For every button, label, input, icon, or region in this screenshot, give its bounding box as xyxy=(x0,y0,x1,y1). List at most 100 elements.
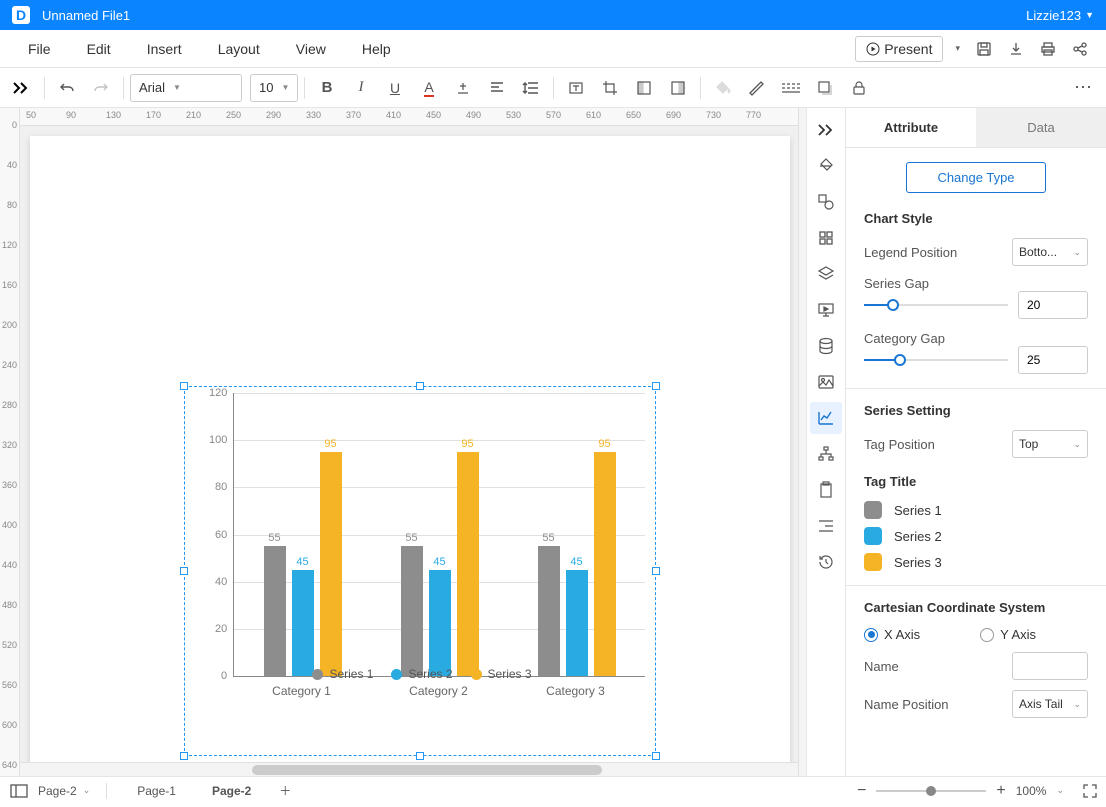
align-button[interactable] xyxy=(481,72,513,104)
undo-button[interactable] xyxy=(51,72,83,104)
bar[interactable]: 55 xyxy=(538,546,560,676)
series-gap-slider[interactable] xyxy=(864,295,1008,315)
shapes-icon[interactable] xyxy=(810,186,842,218)
category-gap-input[interactable] xyxy=(1018,346,1088,374)
bar[interactable]: 95 xyxy=(594,452,616,676)
menu-layout[interactable]: Layout xyxy=(200,41,278,57)
resize-handle[interactable] xyxy=(180,567,188,575)
redo-button[interactable] xyxy=(85,72,117,104)
menu-edit[interactable]: Edit xyxy=(69,41,129,57)
canvas[interactable]: 554595554595554595 Series 1Series 2Serie… xyxy=(20,126,798,762)
tab-attribute[interactable]: Attribute xyxy=(846,108,976,147)
bold-button[interactable]: B xyxy=(311,72,343,104)
resize-handle[interactable] xyxy=(180,382,188,390)
change-type-button[interactable]: Change Type xyxy=(906,162,1045,193)
page-tab-1[interactable]: Page-1 xyxy=(123,780,190,802)
align-panel-icon[interactable] xyxy=(810,510,842,542)
zoom-out-button[interactable]: − xyxy=(857,782,866,800)
tag-series-row[interactable]: Series 1 xyxy=(864,501,1088,519)
zoom-in-button[interactable]: + xyxy=(996,782,1005,800)
bar[interactable]: 55 xyxy=(264,546,286,676)
bar[interactable]: 55 xyxy=(401,546,423,676)
position-right-button[interactable] xyxy=(662,72,694,104)
more-button[interactable]: ⋯ xyxy=(1068,72,1100,104)
font-select[interactable]: Arial▼ xyxy=(130,74,242,102)
tag-series-row[interactable]: Series 3 xyxy=(864,553,1088,571)
series-gap-input[interactable] xyxy=(1018,291,1088,319)
legend-position-select[interactable]: Botto...⌄ xyxy=(1012,238,1088,266)
database-icon[interactable] xyxy=(810,330,842,362)
highlight-button[interactable] xyxy=(447,72,479,104)
text-box-button[interactable] xyxy=(560,72,592,104)
underline-button[interactable]: U xyxy=(379,72,411,104)
resize-handle[interactable] xyxy=(652,567,660,575)
export-icon[interactable] xyxy=(1006,39,1026,59)
series-color-swatch[interactable] xyxy=(864,553,882,571)
tab-data[interactable]: Data xyxy=(976,108,1106,147)
series-color-swatch[interactable] xyxy=(864,527,882,545)
history-icon[interactable] xyxy=(810,546,842,578)
menu-file[interactable]: File xyxy=(10,41,69,57)
bar[interactable]: 95 xyxy=(457,452,479,676)
collapse-panel-icon[interactable] xyxy=(810,114,842,146)
bar[interactable]: 45 xyxy=(292,570,314,676)
page-tab-2[interactable]: Page-2 xyxy=(198,780,265,802)
line-spacing-button[interactable] xyxy=(515,72,547,104)
grid-icon[interactable] xyxy=(810,222,842,254)
bar[interactable]: 95 xyxy=(320,452,342,676)
series-color-swatch[interactable] xyxy=(864,501,882,519)
italic-button[interactable]: I xyxy=(345,72,377,104)
add-page-button[interactable]: ＋ xyxy=(273,775,297,807)
theme-icon[interactable] xyxy=(810,150,842,182)
section-tag-title: Tag Title xyxy=(864,474,1088,489)
image-icon[interactable] xyxy=(810,366,842,398)
crop-button[interactable] xyxy=(594,72,626,104)
axis-name-input[interactable] xyxy=(1012,652,1088,680)
resize-handle[interactable] xyxy=(652,382,660,390)
resize-handle[interactable] xyxy=(180,752,188,760)
presentation-icon[interactable] xyxy=(810,294,842,326)
line-color-button[interactable] xyxy=(741,72,773,104)
radio-xaxis[interactable]: X Axis xyxy=(864,627,920,642)
horizontal-scrollbar[interactable] xyxy=(20,762,798,776)
resize-handle[interactable] xyxy=(416,382,424,390)
orgchart-icon[interactable] xyxy=(810,438,842,470)
radio-yaxis[interactable]: Y Axis xyxy=(980,627,1036,642)
resize-handle[interactable] xyxy=(652,752,660,760)
tag-series-row[interactable]: Series 2 xyxy=(864,527,1088,545)
share-icon[interactable] xyxy=(1070,39,1090,59)
tag-position-select[interactable]: Top⌄ xyxy=(1012,430,1088,458)
chart-selection[interactable]: 554595554595554595 Series 1Series 2Serie… xyxy=(184,386,656,756)
bar[interactable]: 45 xyxy=(566,570,588,676)
expand-panel-icon[interactable] xyxy=(6,72,38,104)
position-left-button[interactable] xyxy=(628,72,660,104)
font-size-select[interactable]: 10▼ xyxy=(250,74,298,102)
page-view-icon[interactable] xyxy=(8,781,30,801)
name-position-select[interactable]: Axis Tail⌄ xyxy=(1012,690,1088,718)
category-gap-slider[interactable] xyxy=(864,350,1008,370)
menu-view[interactable]: View xyxy=(278,41,344,57)
shadow-button[interactable] xyxy=(809,72,841,104)
clipboard-icon[interactable] xyxy=(810,474,842,506)
font-color-button[interactable]: A xyxy=(413,72,445,104)
layers-icon[interactable] xyxy=(810,258,842,290)
zoom-slider[interactable] xyxy=(876,790,986,792)
chart-panel-icon[interactable] xyxy=(810,402,842,434)
fullscreen-button[interactable] xyxy=(1082,783,1098,799)
line-style-button[interactable] xyxy=(775,72,807,104)
resize-handle[interactable] xyxy=(416,752,424,760)
user-menu[interactable]: Lizzie123 ▼ xyxy=(1026,8,1094,23)
present-dropdown[interactable]: ▾ xyxy=(955,43,960,54)
fill-color-button[interactable] xyxy=(707,72,739,104)
page[interactable]: 554595554595554595 Series 1Series 2Serie… xyxy=(30,136,790,762)
zoom-value[interactable]: 100% xyxy=(1016,784,1047,798)
menu-insert[interactable]: Insert xyxy=(129,41,200,57)
vertical-scrollbar[interactable] xyxy=(798,108,806,776)
menu-help[interactable]: Help xyxy=(344,41,409,57)
present-button[interactable]: Present xyxy=(855,36,943,62)
bar[interactable]: 45 xyxy=(429,570,451,676)
save-icon[interactable] xyxy=(974,39,994,59)
lock-button[interactable] xyxy=(843,72,875,104)
print-icon[interactable] xyxy=(1038,39,1058,59)
page-selector[interactable]: Page-2⌄ xyxy=(38,784,90,798)
